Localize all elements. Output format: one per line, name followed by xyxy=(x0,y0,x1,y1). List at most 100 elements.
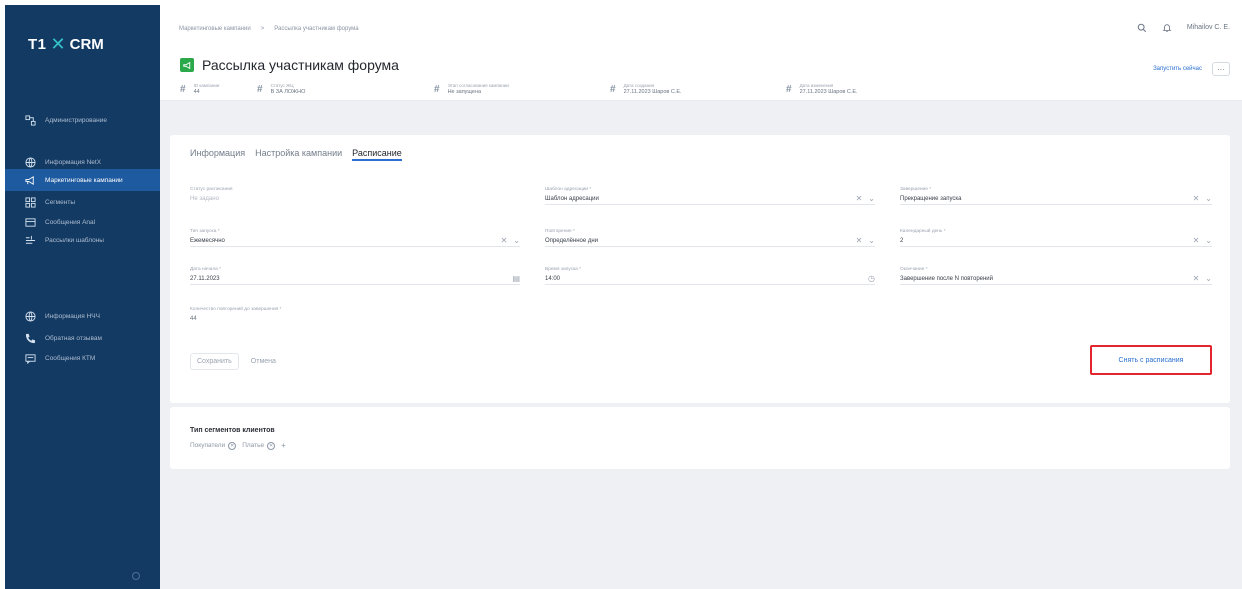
sidebar-item-label: Сегменты xyxy=(45,198,76,206)
chevron-down-icon[interactable]: ⌄ xyxy=(1205,194,1212,203)
segment-chip[interactable]: Покупатели ✕ xyxy=(190,441,237,450)
bell-icon[interactable] xyxy=(1162,22,1173,33)
campaign-icon xyxy=(25,175,36,186)
repeat-mode-select[interactable]: Повторение * Определённое дни ✕ ⌄ xyxy=(545,229,875,247)
end-condition-select[interactable]: Окончание * Завершение после N повторени… xyxy=(900,267,1212,285)
clear-icon[interactable]: ✕ xyxy=(501,236,508,245)
remove-chip-icon[interactable]: ✕ xyxy=(267,441,276,450)
meta-approval-stage: # Этап согласования кампании Не запущена xyxy=(434,83,509,95)
meta-created: # Дата создания 27.11.2023 Шаров С.Е. xyxy=(610,83,682,95)
status-field: Статус расписания Не задано xyxy=(190,187,520,205)
meta-lifecycle-status: # Статус ЖЦ В ЗА ЛОЖНО xyxy=(257,83,305,95)
launch-type-value: Ежемесячно xyxy=(190,237,225,244)
sidebar-item-label: Информация НЧЧ xyxy=(45,312,100,320)
field-label: Дата начала * xyxy=(190,267,221,272)
unschedule-button[interactable]: Снять с расписания xyxy=(1090,345,1212,375)
meta-campaign-id: # ID кампании 44 xyxy=(180,83,219,95)
hash-icon: # xyxy=(786,83,792,95)
clear-icon[interactable]: ✕ xyxy=(1193,274,1200,283)
clear-icon[interactable]: ✕ xyxy=(856,236,863,245)
more-actions-button[interactable]: ··· xyxy=(1212,62,1230,76)
sidebar-item-segments[interactable]: Сегменты xyxy=(5,193,160,211)
main-area: Маркетинговые кампании > Рассылка участн… xyxy=(160,5,1242,589)
schedule-card: Информация Настройка кампании Расписание… xyxy=(170,135,1230,403)
meta-value: 27.11.2023 Шаров С.Е. xyxy=(623,89,682,95)
field-label: Время запуска * xyxy=(545,267,582,272)
cancel-button[interactable]: Отмена xyxy=(251,358,276,365)
calendar-day-select[interactable]: Календарный день * 2 ✕ ⌄ xyxy=(900,229,1212,247)
sidebar-item-label: Сообщения Anal xyxy=(45,218,96,226)
sidebar-item-admin[interactable]: Администрирование xyxy=(5,111,160,129)
field-label: Календарный день * xyxy=(900,229,946,234)
field-label: Повторение * xyxy=(545,229,575,234)
meta-value: 27.11.2023 Шаров С.Е. xyxy=(799,89,858,95)
end-condition-value: Завершение после N повторений xyxy=(900,275,994,282)
segments-card: Тип сегментов клиентов Покупатели ✕ Плать… xyxy=(170,407,1230,469)
completion-value: Прекращение запуска xyxy=(900,195,962,202)
logo-t1: T1 xyxy=(28,35,47,53)
remove-chip-icon[interactable]: ✕ xyxy=(228,441,237,450)
hash-icon: # xyxy=(434,83,440,95)
tab-campaign-settings[interactable]: Настройка кампании xyxy=(255,135,342,171)
chip-label: Покупатели xyxy=(190,442,226,449)
sidebar-item-info-nch[interactable]: Информация НЧЧ xyxy=(5,307,160,325)
meta-label: Дата создания xyxy=(623,83,655,88)
templates-icon xyxy=(25,235,36,246)
segment-chip[interactable]: Платье ✕ xyxy=(242,441,276,450)
clear-icon[interactable]: ✕ xyxy=(1193,236,1200,245)
collapse-sidebar-icon[interactable] xyxy=(132,572,140,580)
globe-icon xyxy=(25,156,36,168)
sidebar-item-ktm-messages[interactable]: Сообщения КТМ xyxy=(5,349,160,367)
sidebar-item-messages[interactable]: Сообщения Anal xyxy=(5,213,160,231)
add-segment-button[interactable]: + xyxy=(281,441,286,450)
sidebar-item-feedback[interactable]: Обратная отзывам xyxy=(5,329,160,347)
calendar-icon[interactable]: ▤ xyxy=(512,274,520,283)
clear-icon[interactable]: ✕ xyxy=(1193,194,1200,203)
repeat-count-value: 44 xyxy=(190,316,197,322)
meta-value: В ЗА ЛОЖНО xyxy=(270,89,306,95)
title-actions: Запустить сейчас ··· xyxy=(1153,62,1230,76)
chevron-down-icon[interactable]: ⌄ xyxy=(1205,236,1212,245)
sidebar-item-label: Информация NetX xyxy=(45,158,102,166)
sidebar-item-label: Рассылки шаблоны xyxy=(45,236,104,244)
tab-schedule[interactable]: Расписание xyxy=(352,135,402,171)
hash-icon: # xyxy=(180,83,186,95)
clear-icon[interactable]: ✕ xyxy=(856,194,863,203)
launch-type-select[interactable]: Тип запуска * Ежемесячно ✕ ⌄ xyxy=(190,229,520,247)
chip-label: Платье xyxy=(242,442,265,449)
tab-bar: Информация Настройка кампании Расписание xyxy=(170,135,402,171)
sidebar-item-templates[interactable]: Рассылки шаблоны xyxy=(5,231,160,249)
breadcrumb: Маркетинговые кампании > Рассылка участн… xyxy=(179,26,359,32)
start-date-field[interactable]: Дата начала * 27.11.2023 ▤ xyxy=(190,267,520,285)
chevron-down-icon[interactable]: ⌄ xyxy=(868,194,875,203)
app-logo[interactable]: T1 ✕ CRM xyxy=(28,35,104,53)
sidebar-item-campaigns[interactable]: Маркетинговые кампании xyxy=(5,169,160,191)
breadcrumb-current: Рассылка участникам форума xyxy=(274,26,359,32)
repeat-count-field[interactable]: Количество повторений до завершения * 44 xyxy=(190,307,520,325)
chevron-down-icon[interactable]: ⌄ xyxy=(513,236,520,245)
field-label: Шаблон адресации * xyxy=(545,187,592,192)
sidebar-item-label: Администрирование xyxy=(45,116,107,124)
hash-icon: # xyxy=(257,83,263,95)
completion-select[interactable]: Завершение * Прекращение запуска ✕ ⌄ xyxy=(900,187,1212,205)
meta-value: 44 xyxy=(193,89,200,95)
launch-time-field[interactable]: Время запуска * 14:00 ◷ xyxy=(545,267,875,285)
template-select[interactable]: Шаблон адресации * Шаблон адресации ✕ ⌄ xyxy=(545,187,875,205)
phone-icon xyxy=(25,333,36,344)
breadcrumb-campaigns[interactable]: Маркетинговые кампании xyxy=(179,26,251,32)
sidebar-item-label: Обратная отзывам xyxy=(45,334,102,342)
meta-label: Статус ЖЦ xyxy=(270,83,294,88)
logo-x-icon: ✕ xyxy=(50,34,66,54)
chevron-down-icon[interactable]: ⌄ xyxy=(1205,274,1212,283)
segment-chips: Покупатели ✕ Платье ✕ + xyxy=(190,441,286,450)
search-icon[interactable] xyxy=(1137,22,1148,33)
save-button[interactable]: Сохранить xyxy=(190,353,239,370)
tab-information[interactable]: Информация xyxy=(190,135,245,171)
header-tools: Mihailov C. E. xyxy=(1137,22,1230,33)
form-actions: Сохранить Отмена xyxy=(190,353,276,370)
run-now-button[interactable]: Запустить сейчас xyxy=(1153,66,1202,72)
user-name[interactable]: Mihailov C. E. xyxy=(1187,24,1230,31)
chevron-down-icon[interactable]: ⌄ xyxy=(868,236,875,245)
hash-icon: # xyxy=(610,83,616,95)
clock-icon[interactable]: ◷ xyxy=(868,274,875,283)
